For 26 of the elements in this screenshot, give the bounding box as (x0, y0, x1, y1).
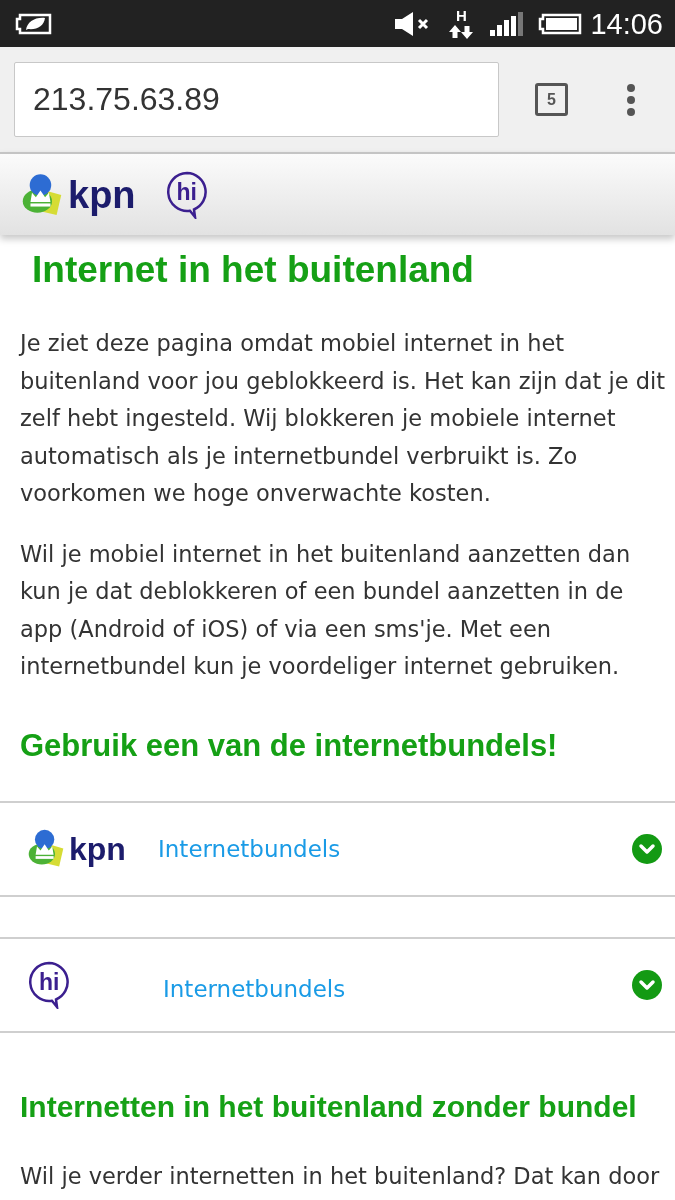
chevron-down-icon[interactable] (632, 833, 662, 864)
network-type-label: H (456, 8, 467, 23)
menu-icon[interactable] (626, 82, 636, 117)
body-paragraph: Wil je verder internetten in het buitenland? Dat kan door (19, 1161, 661, 1191)
section-heading: Gebruik een van de internetbundels! (20, 726, 559, 765)
section-heading: Internetten in het buitenland zonder bundel (20, 1088, 638, 1125)
body-paragraph: Wil je mobiel internet in het buitenland aanzetten dan kun je dat deblokkeren of een bundel aanzetten in de app (Android of iOS) of via een sms'je. Met een internetbundel kun je voordeliger internet gebruiken. (19, 539, 632, 681)
address-field[interactable]: 213.75.63.89 (14, 62, 499, 137)
logo-text: hi (39, 968, 60, 995)
speaker-muted-icon (394, 10, 431, 37)
clock-time: 14:06 (590, 6, 663, 41)
chevron-down-icon[interactable] (632, 969, 662, 1000)
speech-bubble-icon (165, 170, 208, 219)
logo-text: kpn (69, 831, 126, 866)
signal-icon (490, 11, 525, 36)
crown-emblem-icon (22, 172, 62, 217)
logo-text: kpn (68, 174, 136, 215)
logo-text: hi (176, 178, 197, 205)
body-paragraph: Je ziet deze pagina omdat mobiel internet in het buitenland voor jou geblokkeerd is. Het kan zijn dat je dit zelf hebt ingesteld. Wij blokkeren je mobiele internet automatisch als je internetbundel verbruikt is. Zo voorkomen we hoge onverwachte kosten. (17, 329, 666, 508)
battery-leaf-icon (15, 11, 53, 36)
page-title: Internet in het buitenland (32, 250, 475, 290)
tab-switcher-button[interactable]: 5 (535, 83, 568, 116)
crown-emblem-icon (28, 829, 64, 868)
data-arrows-icon (448, 25, 475, 39)
battery-icon (538, 12, 583, 35)
speech-bubble-icon (28, 960, 70, 1009)
